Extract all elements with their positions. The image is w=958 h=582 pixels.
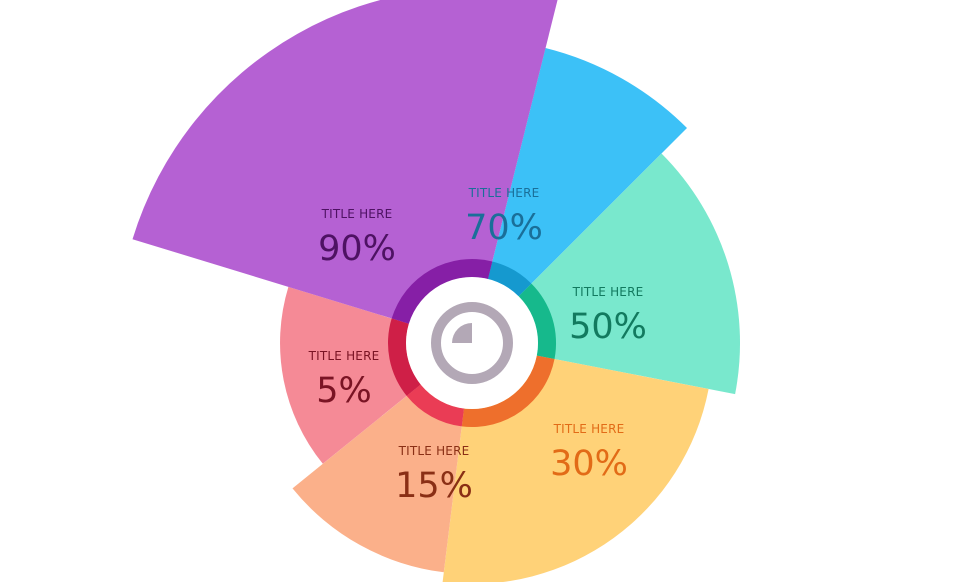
polar-area-chart: TITLE HERE 70% TITLE HERE 50% TITLE HERE 30% T… — [132, 0, 741, 582]
segment-value-3: 30% — [550, 444, 628, 484]
segment-value-5: 5% — [316, 371, 372, 411]
segment-value-4: 15% — [395, 466, 473, 506]
segment-value-1: 70% — [465, 208, 543, 248]
segment-title-3: TITLE HERE — [553, 422, 625, 436]
segment-title-4: TITLE HERE — [398, 444, 470, 458]
segment-value-2: 50% — [569, 307, 647, 347]
segment-title-5: TITLE HERE — [308, 349, 380, 363]
segment-value-6: 90% — [318, 229, 396, 269]
segment-title-6: TITLE HERE — [321, 207, 393, 221]
segment-title-2: TITLE HERE — [572, 285, 644, 299]
segment-title-1: TITLE HERE — [468, 186, 540, 200]
